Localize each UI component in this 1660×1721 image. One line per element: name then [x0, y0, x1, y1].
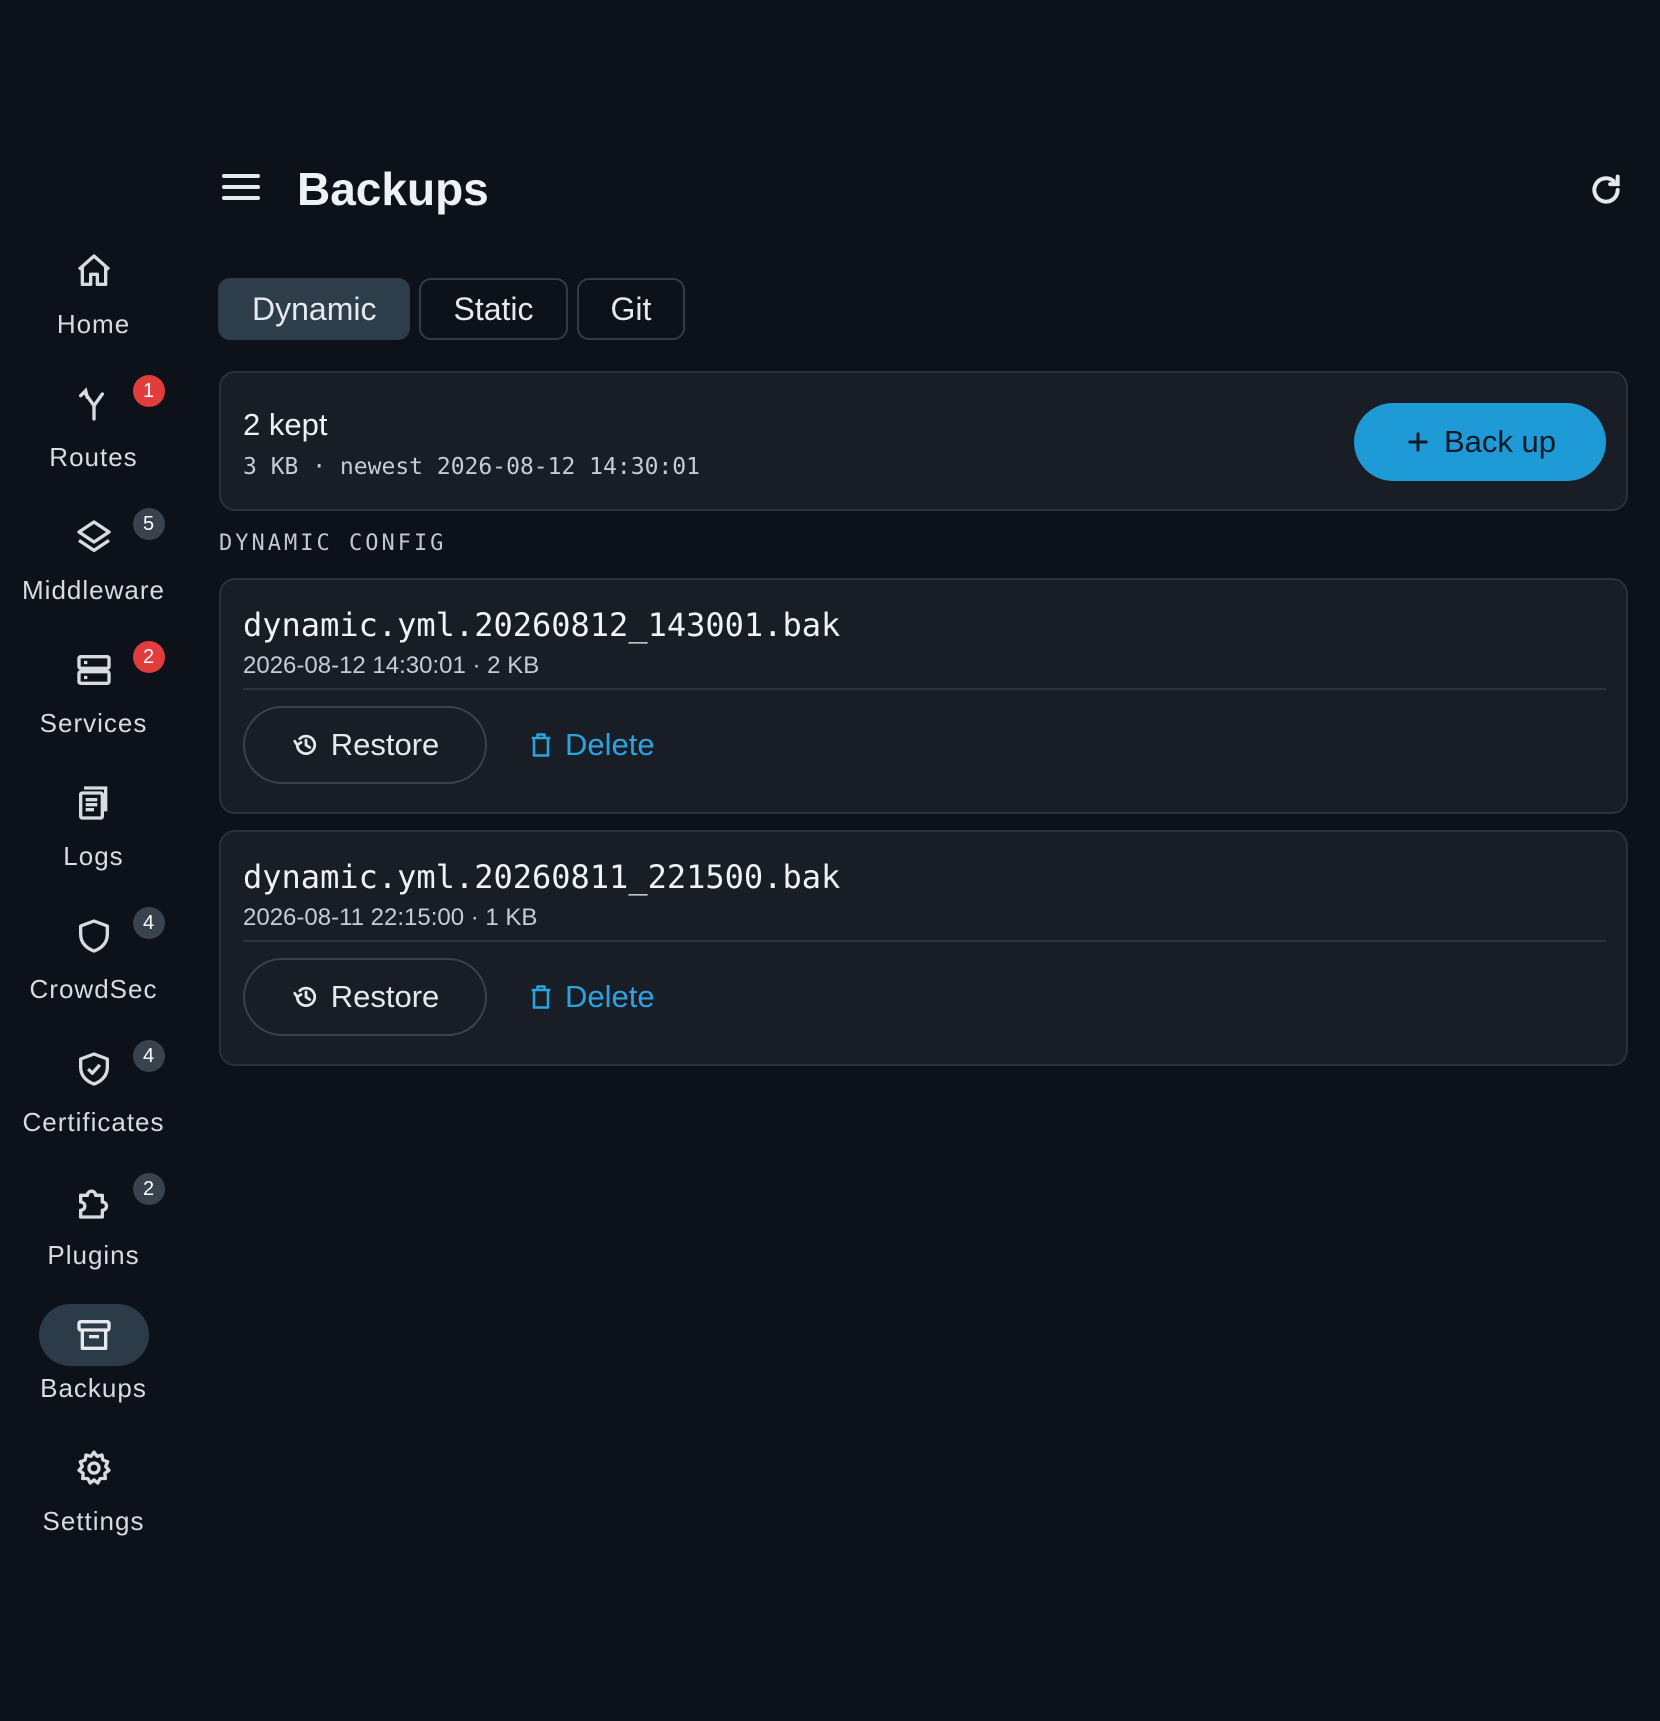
- gear-icon: [76, 1450, 111, 1485]
- sidebar-item-backups[interactable]: Backups: [0, 1304, 187, 1437]
- summary-title: 2 kept: [243, 407, 328, 442]
- menu-button[interactable]: [222, 174, 262, 208]
- sidebar-item-routes[interactable]: 1 Routes: [0, 373, 187, 506]
- backup-card: dynamic.yml.20260812_143001.bak 2026-08-…: [219, 578, 1628, 814]
- puzzle-icon: [78, 1189, 108, 1219]
- server-icon: [76, 655, 111, 685]
- sidebar-item-label: Backups: [40, 1373, 147, 1403]
- routes-badge: 1: [132, 375, 165, 407]
- logs-icon: [78, 786, 107, 820]
- sidebar-item-label: Settings: [42, 1506, 145, 1536]
- menu-icon: [222, 174, 260, 178]
- crowdsec-badge: 4: [132, 907, 165, 939]
- home-icon: [77, 254, 110, 286]
- sidebar-item-middleware[interactable]: 5 Middleware: [0, 506, 187, 639]
- trash-icon: [531, 733, 551, 757]
- summary-card: 2 kept 3 KB · newest 2026-08-12 14:30:01…: [219, 371, 1628, 511]
- shield-icon: [78, 919, 109, 953]
- backup-file-name: dynamic.yml.20260811_221500.bak: [243, 858, 841, 896]
- summary-subtitle: 3 KB · newest 2026-08-12 14:30:01: [243, 454, 700, 480]
- certificates-badge: 4: [132, 1040, 165, 1072]
- sidebar-item-certificates[interactable]: 4 Certificates: [0, 1038, 187, 1171]
- sidebar-item-label: Home: [56, 309, 131, 339]
- delete-label: Delete: [565, 727, 655, 762]
- sidebar-item-label: Middleware: [22, 575, 165, 605]
- sidebar-item-label: Certificates: [22, 1107, 165, 1137]
- tab-static[interactable]: Static: [419, 278, 568, 340]
- plugins-badge: 2: [132, 1173, 165, 1205]
- layers-icon: [76, 520, 111, 552]
- page-title: Backups: [297, 163, 489, 215]
- back-up-label: Back up: [1443, 424, 1556, 459]
- sidebar-item-services[interactable]: 2 Services: [0, 639, 187, 772]
- plus-icon: [1408, 432, 1428, 452]
- backup-card: dynamic.yml.20260811_221500.bak 2026-08-…: [219, 830, 1628, 1066]
- delete-button[interactable]: Delete: [527, 706, 655, 784]
- divider: [243, 940, 1606, 942]
- sidebar-item-crowdsec[interactable]: 4 CrowdSec: [0, 905, 187, 1038]
- routes-icon: [78, 387, 104, 421]
- backup-file-meta: 2026-08-12 14:30:01 · 2 KB: [243, 652, 540, 679]
- history-icon: [293, 986, 316, 1007]
- section-label: DYNAMIC CONFIG: [219, 531, 447, 556]
- sidebar: Home 1 Routes 5 Middleware 2 Services Lo…: [0, 240, 187, 1570]
- sidebar-item-label: CrowdSec: [29, 974, 158, 1004]
- tab-bar: Dynamic Static Git: [218, 278, 686, 340]
- sidebar-item-label: Plugins: [47, 1240, 140, 1270]
- backup-file-meta: 2026-08-11 22:15:00 · 1 KB: [243, 904, 538, 931]
- middleware-badge: 5: [132, 508, 165, 540]
- sidebar-item-settings[interactable]: Settings: [0, 1437, 187, 1570]
- tab-dynamic[interactable]: Dynamic: [218, 278, 411, 340]
- restore-button[interactable]: Restore: [243, 958, 487, 1036]
- sidebar-item-label: Routes: [49, 442, 138, 472]
- sidebar-item-logs[interactable]: Logs: [0, 772, 187, 905]
- sidebar-item-label: Logs: [63, 841, 124, 871]
- services-badge: 2: [132, 641, 165, 673]
- sidebar-item-home[interactable]: Home: [0, 240, 187, 373]
- backup-file-name: dynamic.yml.20260812_143001.bak: [243, 606, 841, 644]
- refresh-button[interactable]: [1586, 170, 1626, 210]
- back-up-button[interactable]: Back up: [1354, 403, 1606, 481]
- restore-label: Restore: [330, 979, 440, 1014]
- trash-icon: [531, 985, 551, 1009]
- shield-check-icon: [78, 1052, 109, 1086]
- restore-button[interactable]: Restore: [243, 706, 487, 784]
- sidebar-item-plugins[interactable]: 2 Plugins: [0, 1171, 187, 1304]
- history-icon: [293, 734, 316, 755]
- archive-icon: [76, 1320, 111, 1350]
- refresh-icon: [1592, 174, 1620, 204]
- divider: [243, 688, 1606, 690]
- restore-label: Restore: [330, 727, 440, 762]
- delete-button[interactable]: Delete: [527, 958, 655, 1036]
- tab-git[interactable]: Git: [576, 278, 686, 340]
- sidebar-item-label: Services: [39, 708, 148, 738]
- delete-label: Delete: [565, 979, 655, 1014]
